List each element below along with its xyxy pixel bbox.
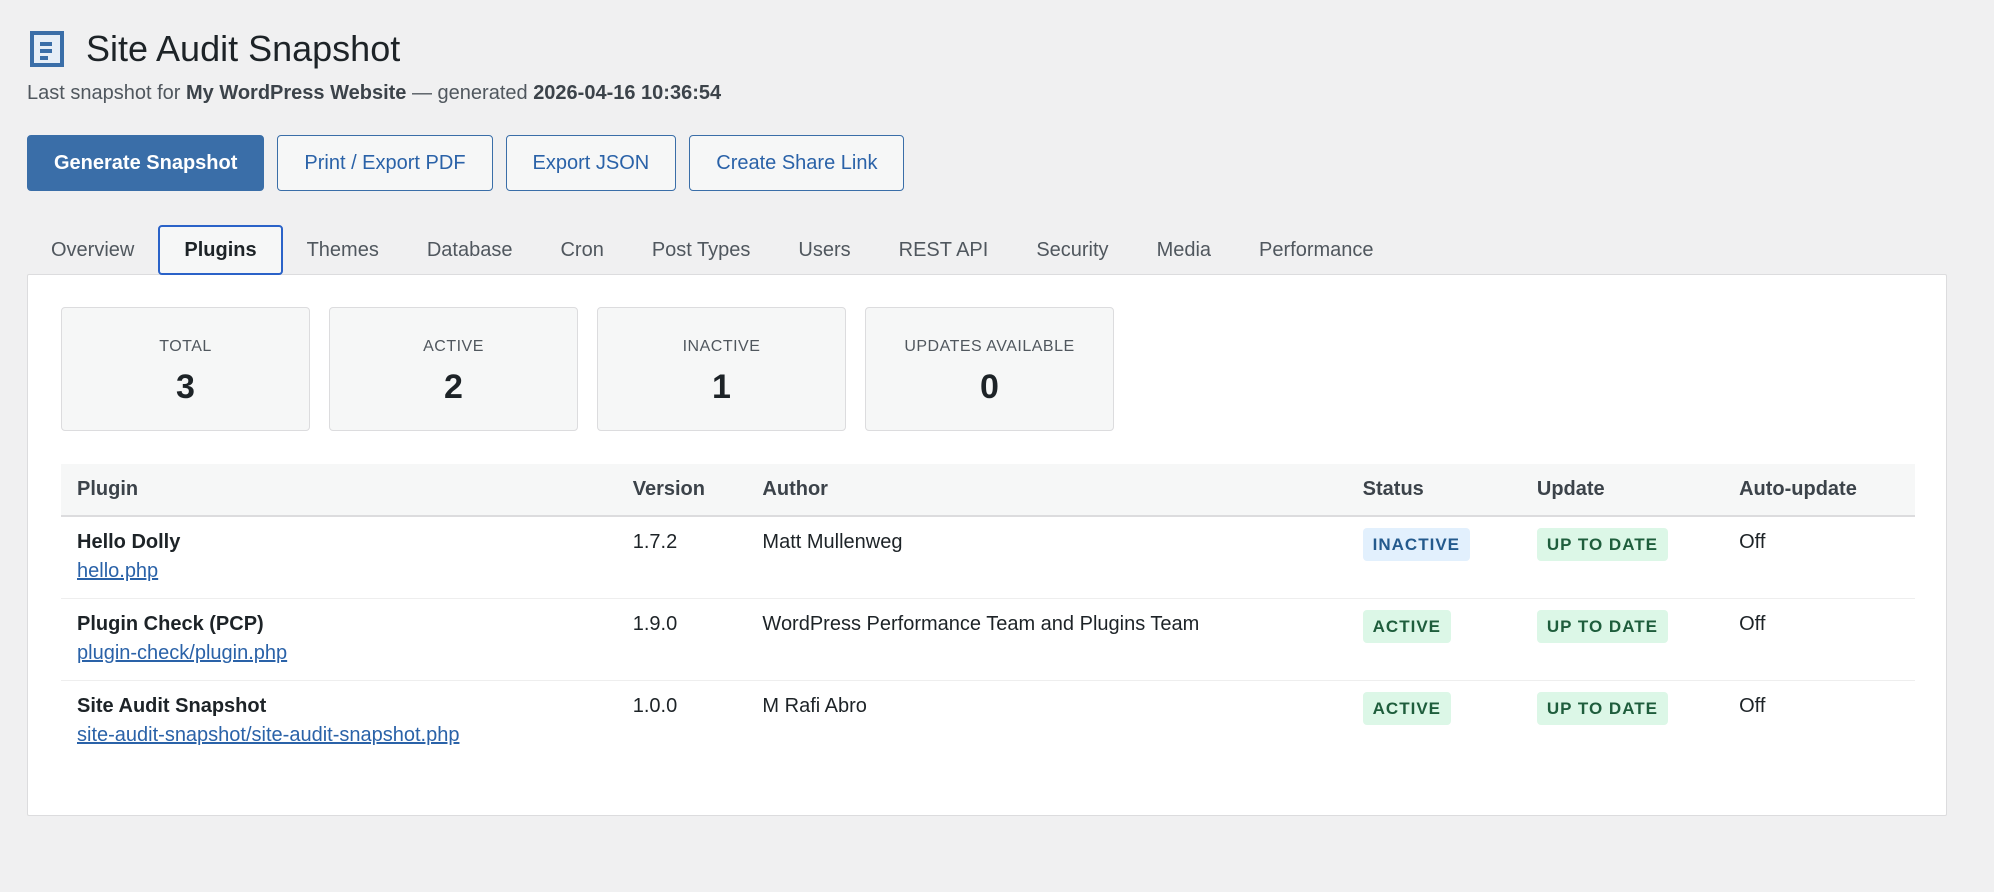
generate-snapshot-button[interactable]: Generate Snapshot — [27, 135, 265, 191]
export-json-button[interactable]: Export JSON — [505, 135, 677, 191]
update-badge: UP TO DATE — [1536, 609, 1668, 643]
tab-media[interactable]: Media — [1133, 225, 1235, 275]
tab-cron[interactable]: Cron — [536, 225, 627, 275]
plugin-file-link[interactable]: site-audit-snapshot/site-audit-snapshot.… — [77, 724, 601, 747]
status-badge: ACTIVE — [1362, 609, 1451, 643]
column-header: Author — [746, 464, 1347, 517]
column-header: Status — [1346, 464, 1521, 517]
tab-bar: Overview Plugins Themes Database Cron Post Ty… — [27, 225, 1398, 275]
print-export-pdf-button[interactable]: Print / Export PDF — [277, 135, 493, 191]
update-cell: UP TO DATE — [1520, 598, 1724, 681]
tab-plugins[interactable]: Plugins — [158, 225, 283, 275]
tab-post-types[interactable]: Post Types — [628, 225, 775, 275]
status-cell: ACTIVE — [1347, 680, 1521, 762]
status-badge: INACTIVE — [1362, 528, 1470, 561]
stats-cards: TOTAL 3 ACTIVE 2 INACTIVE 1 UPDATES AVAILABLE 0 — [61, 307, 1114, 431]
stat-value: 3 — [176, 368, 195, 406]
plugin-name: Plugin Check (PCP) — [77, 612, 264, 635]
stat-label: INACTIVE — [682, 338, 761, 355]
author-cell: M Rafi Abro — [762, 694, 867, 717]
version-cell: 1.0.0 — [632, 694, 678, 717]
plugins-table: Plugin Version Author Status Update Auto-upda… — [61, 464, 1915, 762]
plugins-panel: TOTAL 3 ACTIVE 2 INACTIVE 1 UPDATES AVAILABLE 0… — [27, 274, 1947, 816]
tab-overview[interactable]: Overview — [27, 225, 158, 275]
author-cell: Matt Mullenweg — [746, 516, 1347, 599]
table-row: Plugin Check (PCP) plugin-check/plugin.ph… — [61, 598, 1915, 681]
plugin-name: Site Audit Snapshot — [77, 694, 267, 717]
update-badge: UP TO DATE — [1536, 691, 1668, 725]
stat-card: TOTAL 3 — [61, 307, 310, 431]
create-share-link-button[interactable]: Create Share Link — [689, 135, 905, 191]
author-cell: WordPress Performance Team and Plugins T… — [746, 598, 1347, 681]
stat-card: INACTIVE 1 — [597, 307, 846, 431]
auto-update-cell: Off — [1739, 694, 1766, 717]
stat-value: 2 — [444, 368, 463, 406]
plugin-name: Hello Dolly — [77, 531, 181, 553]
stat-value: 1 — [712, 368, 731, 406]
stat-card: UPDATES AVAILABLE 0 — [865, 307, 1114, 431]
plugin-file-link[interactable]: plugin-check/plugin.php — [77, 642, 601, 665]
tab-performance[interactable]: Performance — [1235, 225, 1398, 275]
stat-label: ACTIVE — [423, 338, 484, 355]
subtitle-mid: — generated — [406, 82, 534, 104]
stat-label: TOTAL — [159, 338, 212, 355]
version-cell: 1.7.2 — [616, 516, 747, 599]
column-header: Update — [1520, 464, 1724, 517]
column-header: Plugin — [61, 464, 617, 517]
tab-security[interactable]: Security — [1012, 225, 1132, 275]
action-bar: Generate Snapshot Print / Export PDF Exp… — [27, 135, 905, 191]
auto-update-cell: Off — [1723, 516, 1915, 599]
plugin-file-link[interactable]: hello.php — [77, 560, 601, 583]
update-cell: UP TO DATE — [1521, 680, 1723, 762]
tab-themes[interactable]: Themes — [283, 225, 403, 275]
tab-database[interactable]: Database — [403, 225, 537, 275]
status-badge: ACTIVE — [1362, 691, 1451, 725]
plugin-cell: Plugin Check (PCP) plugin-check/plugin.ph… — [61, 598, 617, 681]
plugin-cell: Hello Dolly hello.php — [61, 516, 617, 599]
status-cell: INACTIVE — [1346, 516, 1521, 599]
auto-update-cell: Off — [1723, 598, 1915, 681]
status-cell: ACTIVE — [1346, 598, 1521, 681]
snapshot-info: Last snapshot for My WordPress Website —… — [27, 82, 721, 105]
subtitle-prefix: Last snapshot for — [27, 82, 186, 104]
tab-users[interactable]: Users — [774, 225, 874, 275]
table-header: Plugin Version Author Status Update Auto-upda… — [61, 464, 1915, 517]
generated-timestamp: 2026-04-16 10:36:54 — [533, 82, 722, 104]
version-cell: 1.9.0 — [616, 598, 747, 681]
column-header: Version — [616, 464, 747, 517]
document-icon — [30, 31, 64, 67]
page-title: Site Audit Snapshot — [86, 28, 401, 69]
stat-card: ACTIVE 2 — [329, 307, 578, 431]
update-cell: UP TO DATE — [1520, 516, 1724, 599]
site-name: My WordPress Website — [185, 82, 407, 104]
table-row: Site Audit Snapshot site-audit-snapshot/s… — [61, 680, 1915, 762]
tab-rest-api[interactable]: REST API — [875, 225, 1013, 275]
table-row: Hello Dolly hello.php 1.7.2 Matt Mullenwe… — [61, 516, 1915, 599]
page-header: Site Audit Snapshot — [30, 28, 400, 70]
stat-value: 0 — [980, 368, 999, 406]
update-badge: UP TO DATE — [1536, 528, 1668, 561]
column-header: Auto-update — [1723, 464, 1915, 517]
plugin-cell: Site Audit Snapshot site-audit-snapshot/s… — [61, 680, 617, 762]
stat-label: UPDATES AVAILABLE — [904, 338, 1075, 355]
